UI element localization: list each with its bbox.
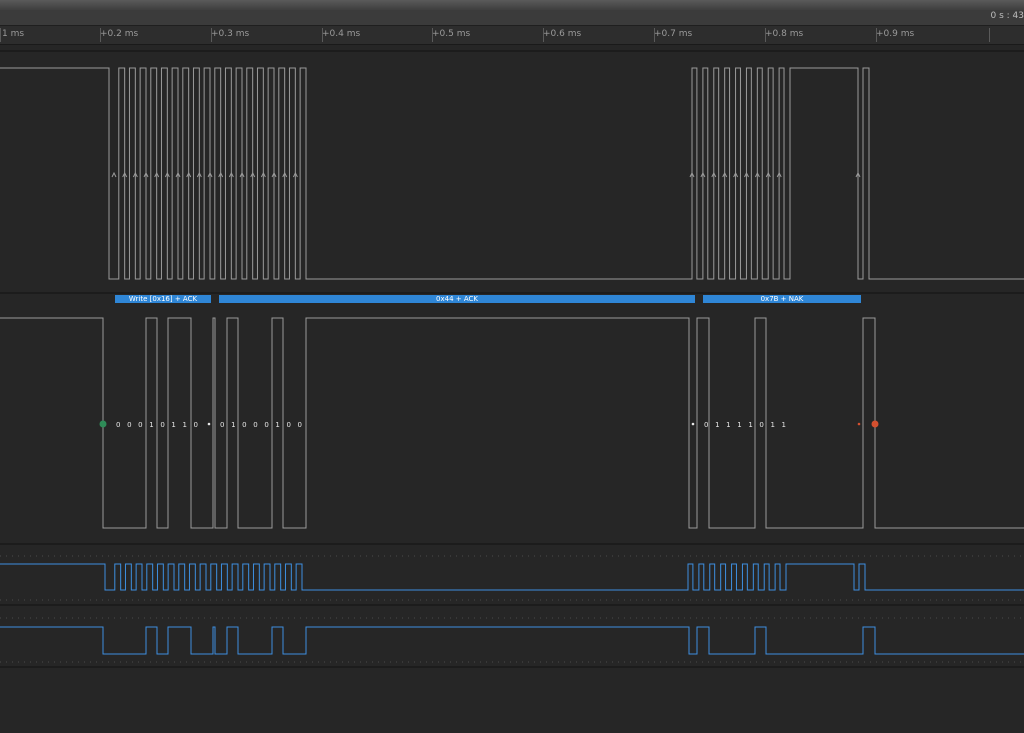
ack-dot bbox=[207, 422, 211, 426]
clock-edge-arrows bbox=[111, 171, 861, 178]
waveform-canvas[interactable]: 0 0 0 1 0 1 1 0 0 1 0 0 0 1 0 0 0 1 1 1 … bbox=[0, 0, 1024, 733]
stop-condition-marker bbox=[871, 420, 879, 428]
bit-values-1: 0 0 0 1 0 1 1 0 bbox=[116, 421, 200, 429]
scl-trace[interactable] bbox=[0, 67, 1024, 280]
analog-trace-sda[interactable] bbox=[0, 626, 1024, 655]
logic-analyzer-window: 0 s : 43 1 ms +0.2 ms +0.3 ms +0.4 ms +0… bbox=[0, 0, 1024, 733]
bit-values-2: 0 1 0 0 0 1 0 0 bbox=[220, 421, 304, 429]
analog-trace-scl[interactable] bbox=[0, 563, 1024, 591]
decoder-frame[interactable]: 0x44 + ACK bbox=[219, 295, 695, 303]
bit-values-3: 0 1 1 1 1 0 1 1 bbox=[704, 421, 788, 429]
clock-edge-arrow bbox=[111, 171, 117, 178]
start-condition-marker bbox=[99, 420, 107, 428]
decoder-frame[interactable]: 0x7B + NAK bbox=[703, 295, 861, 303]
ack-dot bbox=[691, 422, 695, 426]
decoder-frame[interactable]: Write [0x16] + ACK bbox=[115, 295, 211, 303]
dotted-grid bbox=[0, 555, 1024, 663]
stop-bit-dot bbox=[857, 422, 861, 426]
